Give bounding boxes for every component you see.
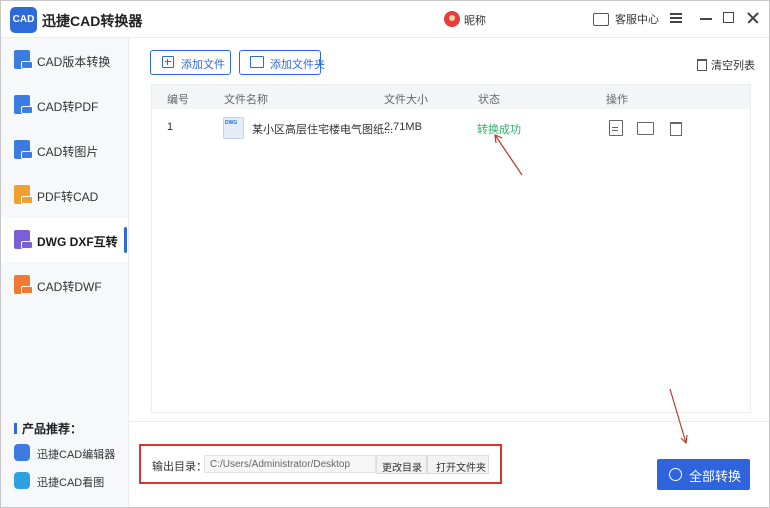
sidebar-item-cad-version[interactable]: CAD版本转换 bbox=[1, 38, 128, 82]
sidebar-item-cad-to-dwf[interactable]: CAD转DWF bbox=[1, 263, 128, 307]
customer-service-button[interactable]: 客服中心 bbox=[593, 11, 659, 27]
output-path-input[interactable] bbox=[204, 455, 376, 473]
row-size: 2.71MB bbox=[384, 121, 422, 133]
cad-version-icon bbox=[14, 50, 33, 69]
minimize-icon[interactable] bbox=[698, 10, 714, 26]
maximize-icon[interactable] bbox=[721, 10, 737, 26]
app-logo: CAD bbox=[10, 7, 37, 33]
sidebar-item-cad-to-image[interactable]: CAD转图片 bbox=[1, 128, 128, 172]
clear-list-label: 清空列表 bbox=[711, 60, 755, 72]
column-header-size: 文件大小 bbox=[384, 94, 428, 106]
output-label: 输出目录： bbox=[152, 461, 207, 473]
column-header-filename: 文件名称 bbox=[224, 94, 268, 106]
folder-icon bbox=[250, 56, 264, 68]
dwg-dxf-icon bbox=[14, 230, 33, 249]
open-folder-label: 打开文件夹 bbox=[436, 463, 486, 474]
trash-icon bbox=[697, 59, 707, 72]
add-folder-label: 添加文件夹 bbox=[270, 59, 325, 71]
active-indicator bbox=[124, 227, 127, 253]
sidebar: CAD版本转换 CAD转PDF CAD转图片 PDF转CAD DWG DXF互转… bbox=[1, 38, 129, 507]
column-header-status: 状态 bbox=[478, 94, 500, 106]
dwg-file-icon bbox=[223, 117, 244, 139]
sidebar-item-label: CAD转图片 bbox=[37, 145, 99, 159]
sidebar-item-dwg-dxf[interactable]: DWG DXF互转 bbox=[1, 218, 128, 262]
refresh-icon-part bbox=[669, 468, 682, 481]
status-badge: 转换成功 bbox=[477, 124, 521, 136]
clear-list-button[interactable]: 清空列表 bbox=[697, 57, 755, 73]
sidebar-item-label: CAD转PDF bbox=[37, 100, 99, 114]
add-folder-button[interactable]: 添加文件夹 bbox=[239, 50, 325, 75]
view-file-icon[interactable] bbox=[609, 120, 623, 136]
cad-to-image-icon bbox=[14, 140, 33, 159]
sidebar-item-label: PDF转CAD bbox=[37, 190, 99, 204]
delete-icon[interactable] bbox=[670, 122, 682, 136]
sidebar-item-label: DWG DXF互转 bbox=[37, 235, 118, 249]
cad-editor-icon bbox=[14, 444, 30, 461]
divider bbox=[129, 421, 769, 422]
sidebar-item-cad-to-pdf[interactable]: CAD转PDF bbox=[1, 83, 128, 127]
cad-viewer-icon bbox=[14, 472, 30, 489]
column-header-actions: 操作 bbox=[606, 94, 628, 106]
table-header: 编号 文件名称 文件大小 状态 操作 bbox=[152, 85, 750, 109]
output-directory-panel: 输出目录： 更改目录 打开文件夹 bbox=[139, 444, 502, 484]
app-window: CAD 迅捷CAD转换器 昵称 客服中心 CAD版本转换 CAD转PDF CAD… bbox=[0, 0, 770, 508]
sidebar-item-label: CAD转DWF bbox=[37, 280, 102, 294]
products-title: 产品推荐： bbox=[14, 420, 82, 437]
add-file-button[interactable]: 添加文件 bbox=[150, 50, 231, 75]
avatar[interactable] bbox=[444, 11, 460, 27]
product-label: 迅捷CAD编辑器 bbox=[37, 449, 116, 461]
products-title-text: 产品推荐： bbox=[22, 422, 83, 436]
close-icon[interactable] bbox=[745, 10, 761, 26]
title-bar: CAD 迅捷CAD转换器 昵称 客服中心 bbox=[1, 1, 769, 38]
row-index: 1 bbox=[167, 121, 174, 133]
sidebar-item-label: CAD版本转换 bbox=[37, 55, 111, 69]
sidebar-item-pdf-to-cad[interactable]: PDF转CAD bbox=[1, 173, 128, 217]
open-folder-button[interactable]: 打开文件夹 bbox=[427, 455, 489, 474]
open-folder-icon[interactable] bbox=[637, 122, 654, 135]
user-name[interactable]: 昵称 bbox=[464, 12, 486, 28]
customer-service-label: 客服中心 bbox=[615, 14, 659, 26]
change-directory-button[interactable]: 更改目录 bbox=[376, 455, 427, 474]
change-directory-label: 更改目录 bbox=[382, 463, 422, 474]
file-table: 编号 文件名称 文件大小 状态 操作 1 某小区高层住宅楼电气图纸... 2.7… bbox=[151, 84, 751, 413]
row-filename: 某小区高层住宅楼电气图纸... bbox=[252, 124, 394, 136]
table-row[interactable]: 1 某小区高层住宅楼电气图纸... 2.71MB 转换成功 bbox=[152, 112, 750, 142]
cad-to-dwf-icon bbox=[14, 275, 33, 294]
menu-icon[interactable] bbox=[668, 10, 684, 26]
convert-all-label: 全部转换 bbox=[689, 469, 742, 484]
chat-icon bbox=[593, 12, 609, 26]
app-title: 迅捷CAD转换器 bbox=[42, 13, 143, 29]
add-file-label: 添加文件 bbox=[181, 59, 225, 71]
cad-to-pdf-icon bbox=[14, 95, 33, 114]
plus-icon bbox=[162, 56, 174, 68]
column-header-index: 编号 bbox=[167, 94, 189, 106]
arrow-head-convert bbox=[680, 434, 688, 445]
product-label: 迅捷CAD看图 bbox=[37, 477, 105, 489]
convert-all-button[interactable]: 全部转换 bbox=[657, 459, 750, 490]
pdf-to-cad-icon bbox=[14, 185, 33, 204]
